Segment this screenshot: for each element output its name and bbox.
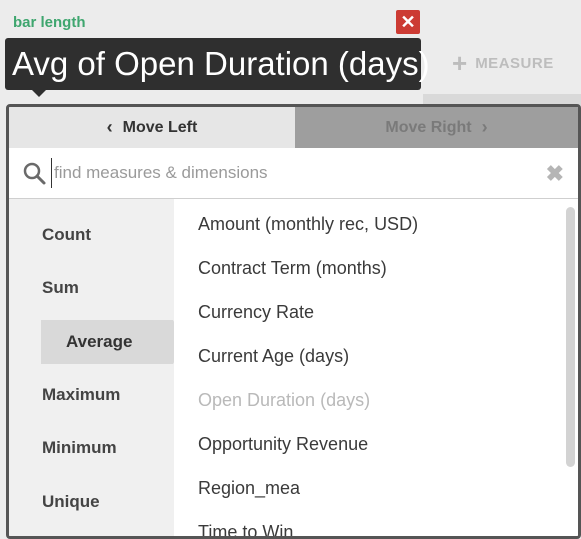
field-item-currency-rate[interactable]: Currency Rate [198, 297, 314, 327]
bar-length-label: bar length [13, 14, 86, 31]
field-item-amount[interactable]: Amount (monthly rec, USD) [198, 209, 418, 239]
measure-picker-panel: ‹ Move Left Move Right › ✖ Count Sum Ave… [6, 104, 581, 539]
add-measure-label: MEASURE [475, 54, 554, 72]
search-input[interactable] [51, 158, 521, 188]
field-item-time-to-win[interactable]: Time to Win [198, 517, 293, 536]
move-tabs: ‹ Move Left Move Right › [9, 107, 578, 148]
move-left-button[interactable]: ‹ Move Left [9, 107, 295, 148]
scrollbar[interactable] [566, 207, 575, 467]
plus-icon: + [452, 47, 468, 78]
field-item-region-mea[interactable]: Region_mea [198, 473, 300, 503]
field-item-contract-term[interactable]: Contract Term (months) [198, 253, 387, 283]
search-icon [23, 162, 46, 185]
chevron-right-icon: › [481, 117, 488, 137]
field-item-open-duration: Open Duration (days) [198, 390, 371, 410]
picker-body: Count Sum Average Maximum Minimum Unique… [9, 199, 578, 536]
move-left-label: Move Left [122, 118, 198, 136]
field-item-current-age[interactable]: Current Age (days) [198, 341, 349, 371]
pill-pointer [30, 88, 48, 97]
aggregation-item-maximum[interactable]: Maximum [39, 373, 171, 417]
add-measure-button[interactable]: + MEASURE [452, 48, 554, 78]
close-icon[interactable]: ✕ [396, 10, 420, 34]
aggregation-item-average[interactable]: Average [41, 320, 185, 364]
aggregation-item-minimum[interactable]: Minimum [39, 426, 171, 470]
field-item-opportunity-revenue[interactable]: Opportunity Revenue [198, 429, 368, 459]
chevron-left-icon: ‹ [106, 117, 113, 137]
move-right-button[interactable]: Move Right › [295, 107, 578, 148]
search-row: ✖ [9, 148, 578, 199]
aggregation-item-count[interactable]: Count [39, 213, 171, 257]
move-right-label: Move Right [385, 118, 472, 136]
aggregation-item-sum[interactable]: Sum [39, 266, 171, 310]
clear-icon[interactable]: ✖ [546, 161, 564, 187]
field-list: Amount (monthly rec, USD) Contract Term … [174, 199, 578, 536]
aggregation-list: Count Sum Average Maximum Minimum Unique [9, 199, 185, 536]
aggregation-item-unique[interactable]: Unique [39, 480, 171, 524]
measure-pill[interactable]: Avg of Open Duration (days) [5, 38, 430, 90]
